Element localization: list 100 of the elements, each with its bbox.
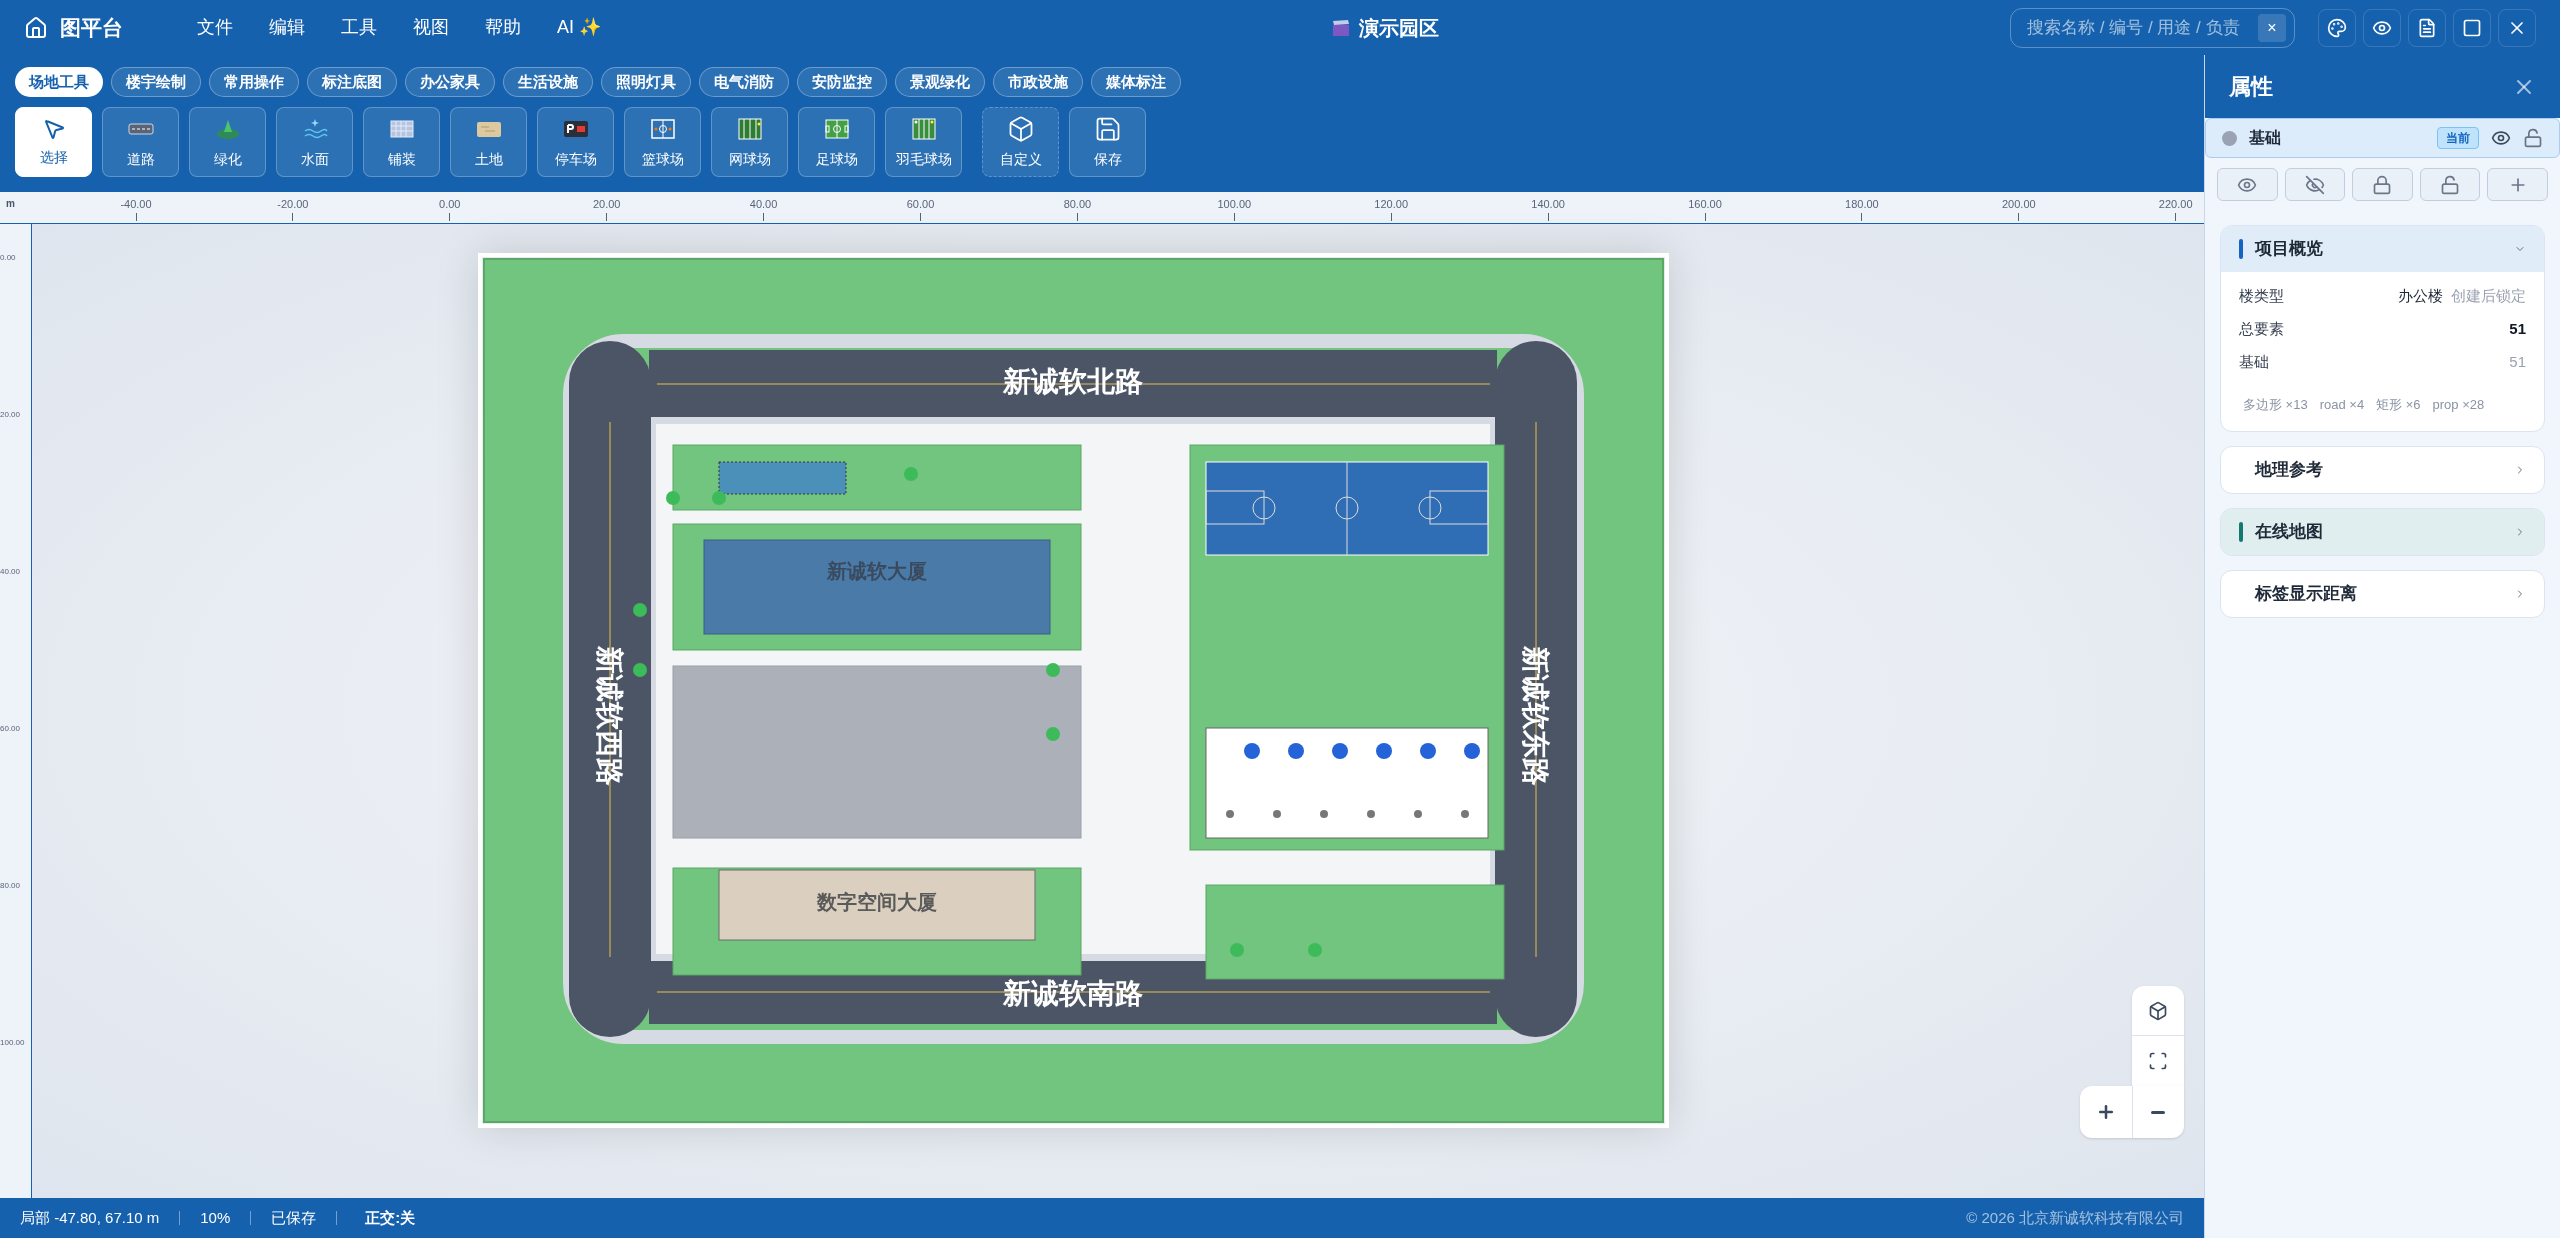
tool-button[interactable]: 羽毛球场 [885, 107, 962, 177]
tool-button[interactable]: 铺装 [363, 107, 440, 177]
square-icon [2462, 17, 2482, 38]
ruler-label: -40.00 [120, 197, 152, 212]
category-tab[interactable]: 常用操作 [209, 67, 299, 97]
minus-icon [2151, 1110, 2166, 1114]
ruler-label: 20.00 [592, 197, 621, 212]
tool-button[interactable]: 保存 [1069, 107, 1146, 177]
ruler-label: 140.00 [1531, 197, 1565, 212]
visibility-icon[interactable] [2491, 128, 2511, 148]
tree-marker [633, 663, 647, 677]
tree-marker [1046, 727, 1060, 741]
layer-row[interactable]: 基础 当前 [2205, 118, 2560, 158]
ruler-unit: m [6, 197, 15, 211]
section-title: 地理参考 [2255, 458, 2324, 481]
property-value: 51 [2509, 352, 2526, 373]
tool-button[interactable]: 停车场 [537, 107, 614, 177]
tool-button[interactable]: 自定义 [982, 107, 1059, 177]
unlock-all-button[interactable] [2419, 168, 2481, 201]
search-field[interactable]: 搜索名称 / 编号 / 用途 / 负责 × [2010, 7, 2295, 48]
maximize-button[interactable] [2453, 8, 2491, 47]
ruler-label: 40.00 [749, 197, 778, 212]
road-label: 新诚软北路 [1003, 366, 1143, 397]
unlock-icon[interactable] [2523, 128, 2543, 148]
tree-marker [633, 603, 647, 617]
section-header[interactable]: 在线地图 [2221, 508, 2544, 555]
property-value: 办公楼 [2398, 286, 2443, 307]
tool-button[interactable]: 水面 [276, 107, 353, 177]
ruler-label: 220.00 [2158, 197, 2193, 212]
ruler-label: 180.00 [1845, 197, 1879, 212]
tool-button[interactable]: 绿化 [189, 107, 266, 177]
tool-button[interactable]: 土地 [450, 107, 527, 177]
ruler-label: -20.00 [277, 197, 309, 212]
building-label: 新诚软大厦 [827, 560, 927, 582]
unlock-icon [2440, 174, 2461, 195]
section-title: 标签显示距离 [2255, 582, 2358, 605]
category-tab[interactable]: 生活设施 [503, 67, 593, 97]
ruler-label: 100.00 [0, 1037, 25, 1049]
ruler-label: 160.00 [1688, 197, 1722, 212]
category-tab[interactable]: 照明灯具 [601, 67, 691, 97]
category-tab[interactable]: 电气消防 [699, 67, 789, 97]
element-count: road ×4 [2319, 396, 2365, 414]
tool-button[interactable]: 选择 [15, 107, 92, 177]
tool-button[interactable]: 道路 [102, 107, 179, 177]
menu-item[interactable]: 帮助 [467, 14, 539, 41]
menu-item[interactable]: 文件 [179, 14, 251, 41]
category-tab[interactable]: 楼宇绘制 [111, 67, 201, 97]
tree-marker [712, 491, 726, 505]
save-status: 已保存 [271, 1207, 317, 1228]
ruler-label: 80.00 [0, 880, 21, 892]
tool-button[interactable]: 网球场 [711, 107, 788, 177]
property-label: 楼类型 [2239, 286, 2285, 307]
section-title: 在线地图 [2255, 520, 2324, 543]
tool-button[interactable]: 篮球场 [624, 107, 701, 177]
category-tab[interactable]: 市政设施 [993, 67, 1083, 97]
menu-item[interactable]: AI ✨ [539, 14, 619, 41]
show-all-button[interactable] [2217, 168, 2278, 201]
tool-button[interactable]: 足球场 [798, 107, 875, 177]
category-tab[interactable]: 媒体标注 [1091, 67, 1181, 97]
ruler-label: 100.00 [1217, 197, 1252, 212]
section-header[interactable]: 项目概览 [2221, 226, 2544, 272]
ruler-label: 120.00 [1374, 197, 1408, 212]
property-label: 总要素 [2239, 319, 2285, 340]
section-title: 项目概览 [2255, 238, 2324, 261]
tree-marker [1230, 943, 1244, 957]
category-tab[interactable]: 安防监控 [797, 67, 887, 97]
menu-item[interactable]: 工具 [323, 14, 395, 41]
lock-all-button[interactable] [2352, 168, 2413, 201]
cube-icon [2148, 1000, 2168, 1021]
ruler-label: 0.00 [0, 252, 16, 264]
ruler-label: 80.00 [1063, 197, 1092, 212]
element-count: 多边形 ×13 [2243, 396, 2308, 414]
menu-item[interactable]: 编辑 [251, 14, 323, 41]
tree-marker [666, 491, 680, 505]
road-label: 新诚软西路 [594, 646, 625, 786]
preview-button[interactable] [2363, 8, 2401, 47]
hide-all-button[interactable] [2284, 168, 2346, 201]
section-header[interactable]: 地理参考 [2221, 446, 2544, 493]
road-label: 新诚软东路 [1520, 646, 1551, 786]
drawing-canvas[interactable]: 新诚软大厦 数字空间大厦 新诚软北路 新诚软南路 新诚软西路 新诚软东路 [32, 224, 2204, 1198]
theme-button[interactable] [2318, 8, 2356, 47]
clear-button[interactable]: × [2258, 13, 2286, 42]
menu-item[interactable]: 视图 [395, 14, 467, 41]
category-tab[interactable]: 标注底图 [307, 67, 397, 97]
frame-icon [2148, 1051, 2168, 1071]
notes-button[interactable] [2408, 8, 2446, 47]
ortho-toggle[interactable]: 正交:关 [365, 1206, 416, 1230]
add-layer-button[interactable] [2487, 168, 2548, 201]
property-note: 创建后锁定 [2451, 286, 2526, 307]
category-tab[interactable]: 办公家具 [405, 67, 495, 97]
ruler-label: 60.00 [0, 723, 21, 735]
element-count: 矩形 ×6 [2376, 396, 2421, 414]
category-tab[interactable]: 场地工具 [15, 67, 103, 97]
close-button[interactable] [2498, 8, 2536, 47]
category-tab[interactable]: 景观绿化 [895, 67, 985, 97]
panel-title: 属性 [2229, 73, 2273, 101]
palette-icon [2327, 17, 2347, 38]
home-icon[interactable] [24, 15, 48, 40]
ruler-label: 40.00 [0, 566, 21, 578]
section-header[interactable]: 标签显示距离 [2221, 570, 2544, 617]
